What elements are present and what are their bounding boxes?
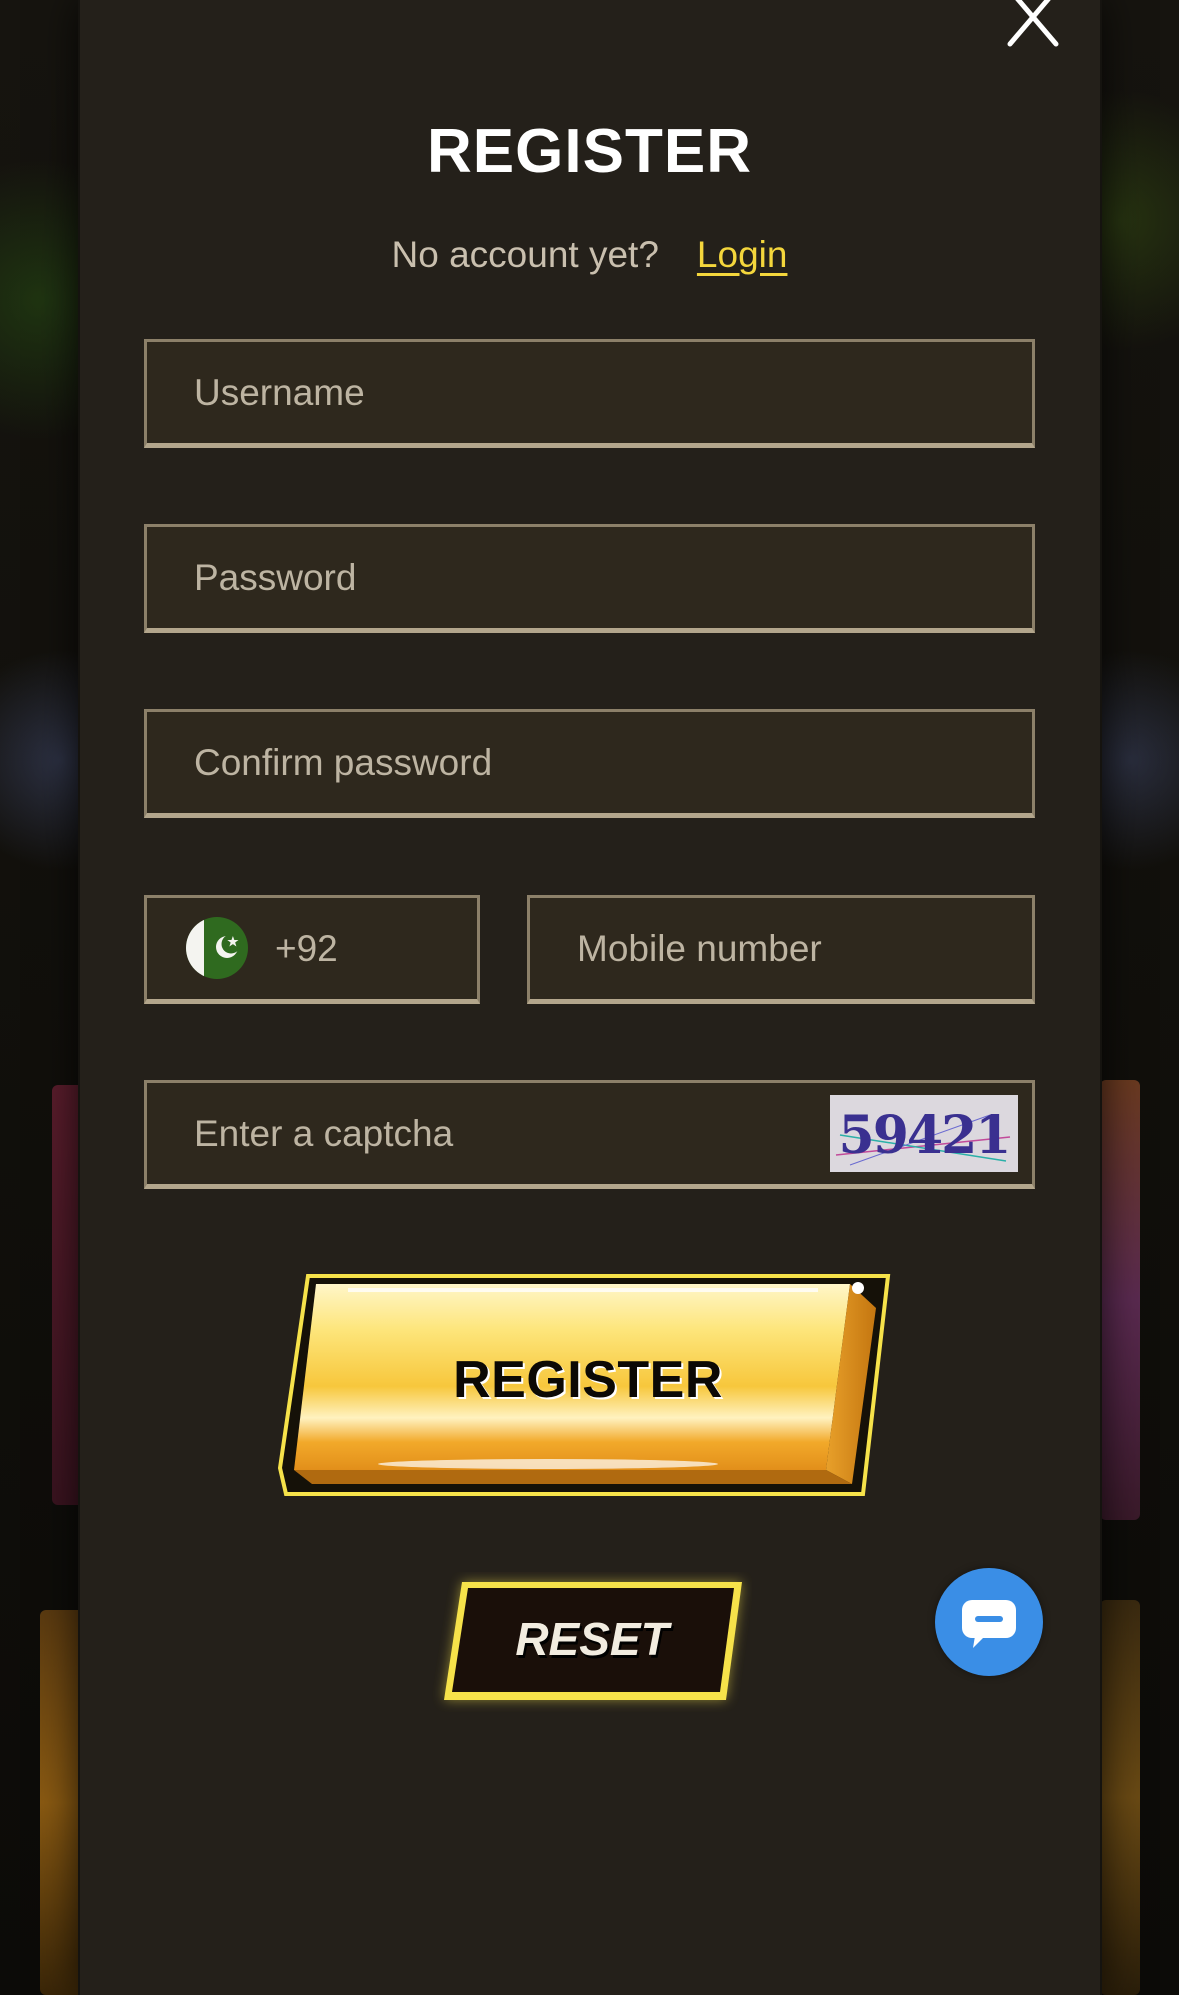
country-code-value: +92 [275,928,338,969]
close-icon [1007,0,1059,47]
login-prompt-text: No account yet? [391,234,659,275]
reset-button[interactable]: RESET [432,1572,752,1712]
login-link[interactable]: Login [697,234,788,275]
captcha-text: 59421 [839,1105,1010,1166]
country-code-select[interactable]: +92 [144,895,480,1004]
chat-button[interactable] [935,1568,1043,1676]
password-field-box [144,524,1035,633]
background-tile [1100,1600,1140,1995]
register-button-label: REGISTER [453,1351,723,1409]
background-tile [1100,1080,1140,1520]
username-input[interactable] [147,342,1032,443]
register-button[interactable]: REGISTER [277,1270,898,1500]
pakistan-flag-icon [186,917,248,979]
close-button[interactable] [1000,0,1070,50]
captcha-field-box: 59421 [144,1080,1035,1189]
confirm-password-input[interactable] [147,712,1032,813]
captcha-image[interactable]: 59421 [830,1095,1018,1172]
modal-title: REGISTER [427,117,752,186]
chat-icon [962,1600,1016,1648]
login-prompt: No account yet? Login [0,234,1179,276]
username-field-box [144,339,1035,448]
password-input[interactable] [147,527,1032,628]
mobile-number-field-box [527,895,1035,1004]
reset-button-label: RESET [515,1613,669,1665]
confirm-password-field-box [144,709,1035,818]
mobile-number-input[interactable] [530,898,1032,999]
